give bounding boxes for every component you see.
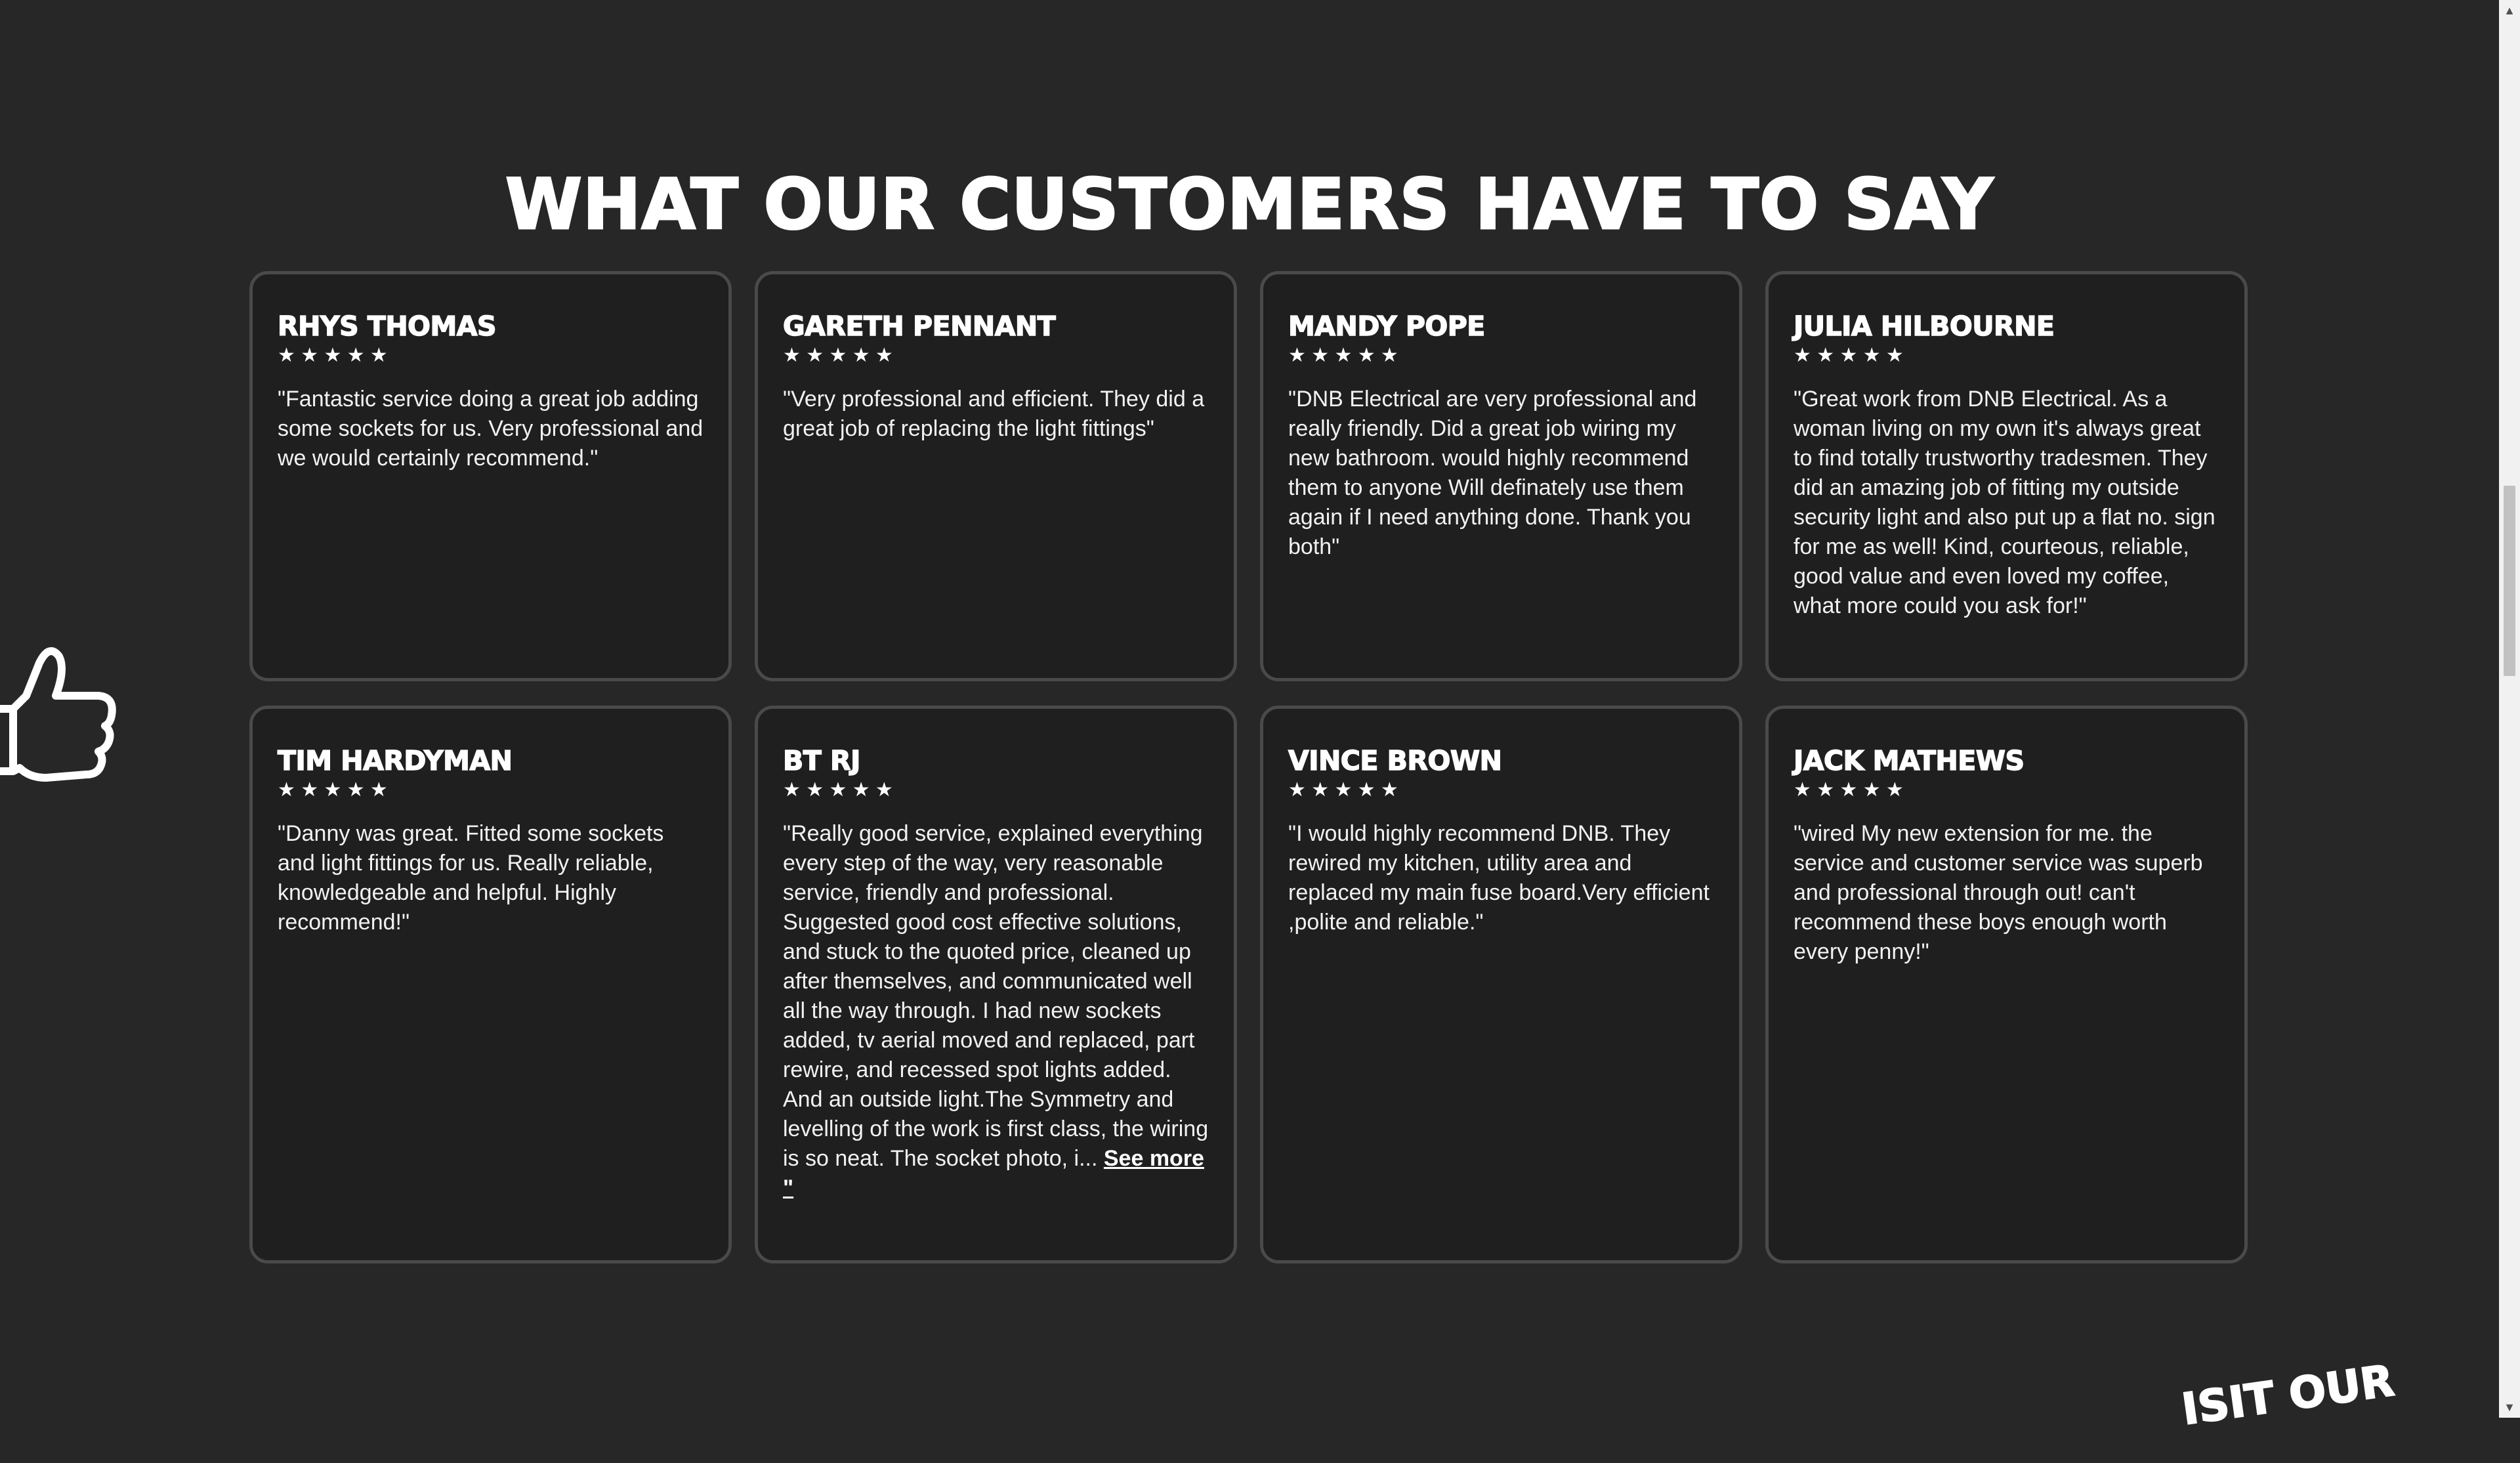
star-rating: ★ ★ ★ ★ ★ <box>1794 345 1904 366</box>
star-rating: ★ ★ ★ ★ ★ <box>783 779 893 801</box>
review-text: "DNB Electrical are very professional an… <box>1288 387 1697 559</box>
next-section-heading: ISIT OUR <box>2178 1355 2398 1436</box>
review-card: TIM HARDYMAN ★ ★ ★ ★ ★ "Danny was great.… <box>249 706 732 1263</box>
review-card: RHYS THOMAS ★ ★ ★ ★ ★ "Fantastic service… <box>249 271 732 681</box>
reviewer-name: VINCE BROWN <box>1288 745 1502 776</box>
review-card: JACK MATHEWS ★ ★ ★ ★ ★ "wired My new ext… <box>1765 706 2248 1263</box>
review-card: MANDY POPE ★ ★ ★ ★ ★ "DNB Electrical are… <box>1260 271 1742 681</box>
thumbs-up-icon <box>0 647 116 782</box>
star-rating: ★ ★ ★ ★ ★ <box>278 345 388 366</box>
review-text-body: "Really good service, explained everythi… <box>783 821 1209 1171</box>
star-rating: ★ ★ ★ ★ ★ <box>278 779 388 801</box>
reviewer-name: RHYS THOMAS <box>277 310 497 342</box>
review-card: JULIA HILBOURNE ★ ★ ★ ★ ★ "Great work fr… <box>1765 271 2248 681</box>
reviewer-name: GARETH PENNANT <box>782 310 1056 342</box>
review-card: GARETH PENNANT ★ ★ ★ ★ ★ "Very professio… <box>755 271 1237 681</box>
star-rating: ★ ★ ★ ★ ★ <box>783 345 893 366</box>
reviews-grid: RHYS THOMAS ★ ★ ★ ★ ★ "Fantastic service… <box>249 271 2248 1263</box>
section-title: WHAT OUR CUSTOMERS HAVE TO SAY <box>505 164 1994 245</box>
reviewer-name: TIM HARDYMAN <box>277 745 513 776</box>
review-text: "Danny was great. Fitted some sockets an… <box>278 821 664 935</box>
chevron-down-icon[interactable]: ▼ <box>2499 1397 2520 1418</box>
star-rating: ★ ★ ★ ★ ★ <box>1794 779 1904 801</box>
review-text: "Very professional and efficient. They d… <box>783 387 1205 441</box>
review-text: "Really good service, explained everythi… <box>783 819 1209 1203</box>
reviewer-name: MANDY POPE <box>1288 310 1486 342</box>
reviewer-name: JACK MATHEWS <box>1793 745 2025 776</box>
review-card: BT RJ ★ ★ ★ ★ ★ "Really good service, ex… <box>755 706 1237 1263</box>
review-text: "Great work from DNB Electrical. As a wo… <box>1794 387 2216 618</box>
star-rating: ★ ★ ★ ★ ★ <box>1288 779 1398 801</box>
reviewer-name: JULIA HILBOURNE <box>1793 310 2055 342</box>
review-text: "Fantastic service doing a great job add… <box>278 387 704 471</box>
review-text: "I would highly recommend DNB. They rewi… <box>1288 821 1710 935</box>
reviewer-name: BT RJ <box>782 745 861 776</box>
scrollbar[interactable]: ▲ ▼ <box>2499 0 2520 1418</box>
star-rating: ★ ★ ★ ★ ★ <box>1288 345 1398 366</box>
chevron-up-icon[interactable]: ▲ <box>2499 0 2520 21</box>
review-text: "wired My new extension for me. the serv… <box>1794 821 2203 964</box>
review-card: VINCE BROWN ★ ★ ★ ★ ★ "I would highly re… <box>1260 706 1742 1263</box>
scrollbar-thumb[interactable] <box>2504 486 2515 676</box>
